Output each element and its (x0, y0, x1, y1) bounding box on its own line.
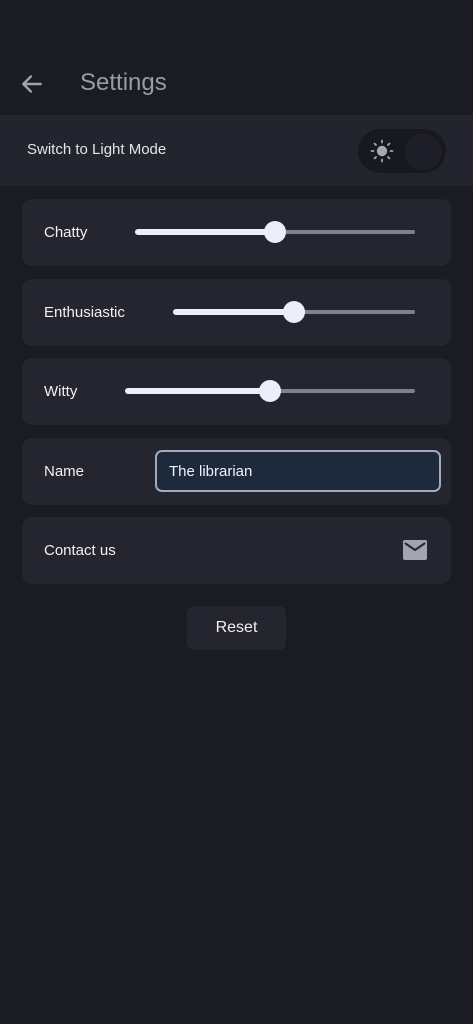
slider-fill (173, 309, 294, 315)
contact-label: Contact us (44, 542, 116, 559)
name-input[interactable] (155, 450, 441, 492)
app-header: Settings (0, 58, 473, 108)
witty-label: Witty (44, 383, 78, 400)
witty-slider[interactable] (125, 380, 415, 402)
arrow-left-icon (22, 75, 42, 93)
slider-thumb[interactable] (283, 301, 305, 323)
slider-thumb[interactable] (264, 221, 286, 243)
chatty-slider[interactable] (135, 221, 415, 243)
settings-screen: Settings Switch to Light Mode Chatty Ent… (0, 0, 473, 1024)
enthusiastic-label: Enthusiastic (44, 304, 125, 321)
page-title: Settings (80, 69, 167, 96)
contact-card[interactable]: Contact us (22, 517, 451, 584)
theme-toggle[interactable] (358, 129, 446, 173)
sun-icon (370, 139, 394, 163)
slider-thumb[interactable] (259, 380, 281, 402)
chatty-label: Chatty (44, 224, 88, 241)
toggle-knob[interactable] (403, 132, 443, 172)
slider-fill (135, 229, 275, 235)
slider-fill (125, 388, 270, 394)
enthusiastic-card: Enthusiastic (22, 279, 451, 346)
mail-icon[interactable] (403, 540, 427, 560)
chatty-card: Chatty (22, 199, 451, 266)
back-button[interactable] (16, 68, 48, 100)
name-label: Name (44, 463, 85, 480)
theme-row: Switch to Light Mode (0, 115, 473, 186)
enthusiastic-slider[interactable] (173, 301, 415, 323)
reset-button[interactable]: Reset (187, 606, 286, 650)
witty-card: Witty (22, 358, 451, 425)
name-card: Name (22, 438, 451, 505)
theme-label: Switch to Light Mode (27, 141, 167, 158)
